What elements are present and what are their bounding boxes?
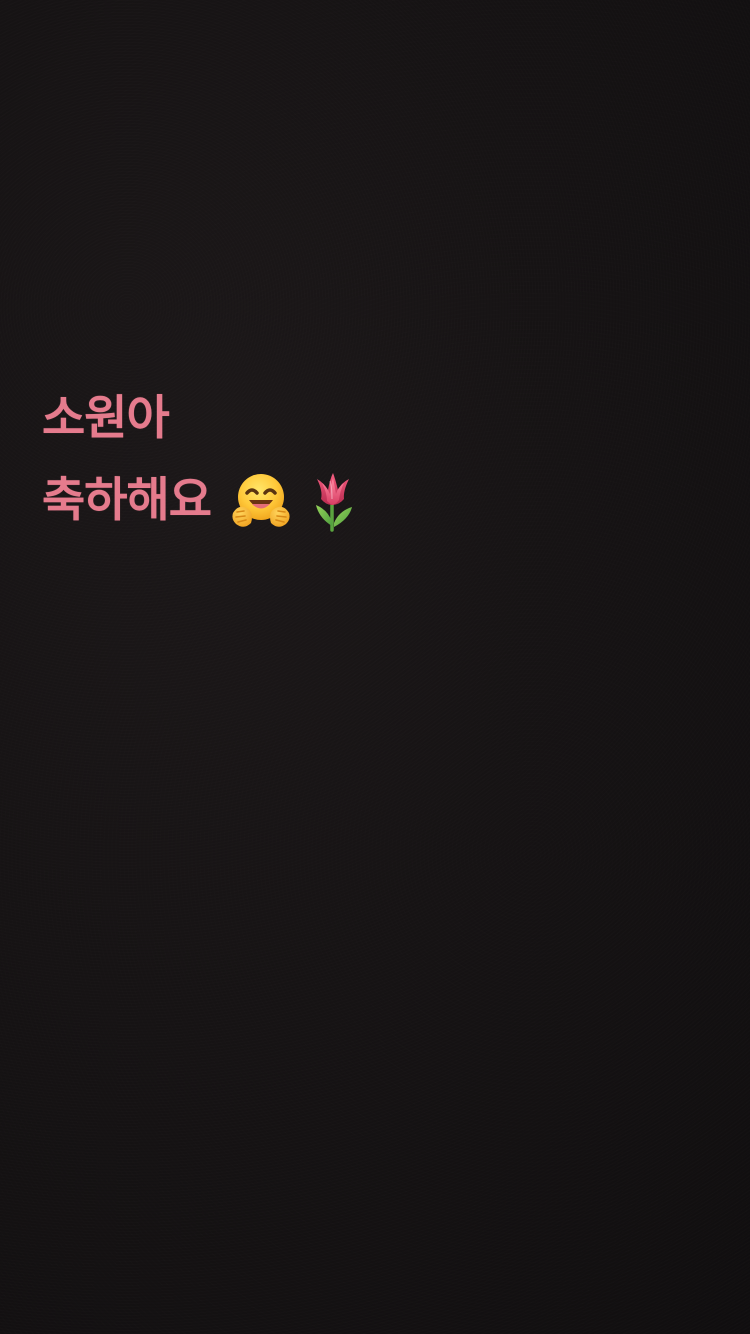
- story-text-block: 소원아 축하해요: [42, 378, 365, 542]
- message-line-1-text: 소원아: [42, 391, 170, 446]
- message-line-2-text: 축하해요: [42, 473, 212, 528]
- message-line-1: 소원아: [42, 378, 365, 460]
- hugging-face-icon: [229, 469, 293, 533]
- background-noise: [0, 0, 750, 1334]
- tulip-icon: [301, 469, 365, 533]
- message-line-2: 축하해요: [42, 460, 365, 542]
- story-screen: 소원아 축하해요: [0, 0, 750, 1334]
